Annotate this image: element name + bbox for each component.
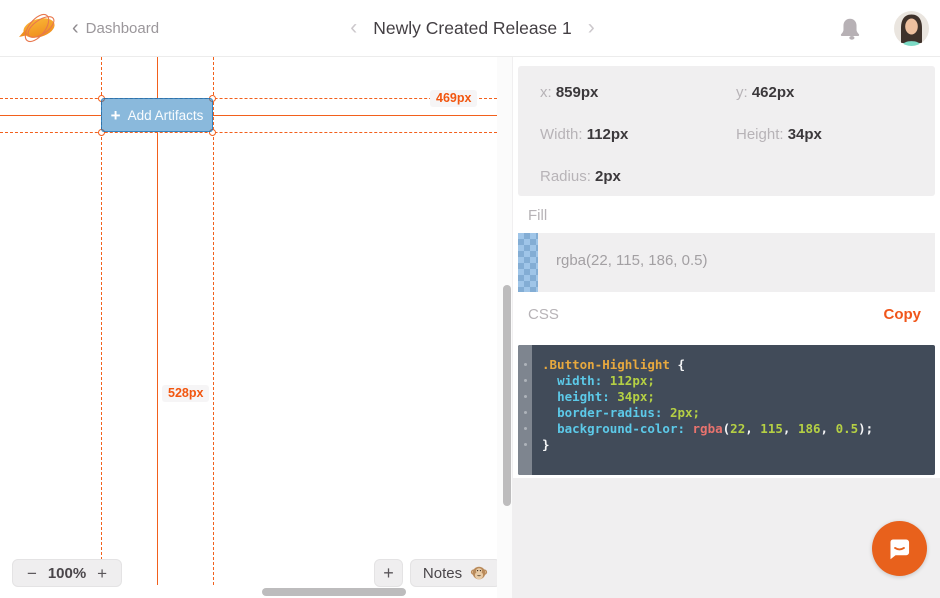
back-chevron-icon: ‹ (72, 18, 79, 38)
x-label: x: (540, 84, 552, 101)
height-value: 34px (788, 126, 822, 143)
plus-icon: + (383, 564, 394, 582)
css-code-block: .Button-Highlight { width: 112px; height… (518, 345, 935, 475)
css-code-lines: .Button-Highlight { width: 112px; height… (532, 345, 935, 475)
prev-screen-chevron-icon[interactable]: ‹ (350, 17, 357, 38)
radius-value: 2px (595, 168, 621, 185)
guide-center-horizontal-right (213, 115, 497, 116)
copy-css-button[interactable]: Copy (884, 306, 922, 323)
radius-label: Radius: (540, 168, 591, 185)
height-label: Height: (736, 126, 784, 143)
plus-icon: + (111, 107, 121, 124)
fill-color-row[interactable]: rgba(22, 115, 186, 0.5) (518, 233, 935, 292)
add-note-button[interactable]: + (374, 559, 403, 587)
add-artifacts-label: Add Artifacts (128, 108, 204, 123)
guide-horizontal-top (0, 98, 497, 99)
notes-label: Notes (423, 565, 462, 582)
guide-center-vertical-top (157, 57, 158, 98)
zoom-in-button[interactable]: + (97, 565, 107, 582)
back-label: Dashboard (86, 20, 159, 37)
back-to-dashboard-link[interactable]: ‹ Dashboard (72, 0, 159, 57)
horizontal-scrollbar[interactable] (262, 588, 406, 596)
notes-toggle[interactable]: Notes (410, 559, 501, 587)
zoom-level: 100% (48, 565, 86, 582)
fill-section-title: Fill (528, 207, 547, 224)
y-label: y: (736, 84, 748, 101)
title-nav: ‹ Newly Created Release 1 › (300, 0, 645, 57)
vertical-scrollbar[interactable] (503, 285, 511, 506)
width-value: 112px (587, 126, 629, 143)
monkey-icon (470, 564, 488, 582)
zoom-out-button[interactable]: − (27, 565, 37, 582)
page-title: Newly Created Release 1 (373, 18, 571, 39)
css-section-title: CSS (528, 306, 559, 323)
y-value: 462px (752, 84, 795, 101)
avatar-image (894, 11, 929, 46)
geometry-card: x: 859px y: 462px Width: 112px Height: 3… (518, 66, 935, 196)
width-label: Width: (540, 126, 583, 143)
chat-bubble-icon (886, 535, 913, 562)
next-screen-chevron-icon[interactable]: › (588, 17, 595, 38)
fill-color-value: rgba(22, 115, 186, 0.5) (556, 252, 708, 269)
zeplin-app: ‹ Dashboard ‹ Newly Created Release 1 › (0, 0, 940, 598)
notifications-bell-icon[interactable] (836, 15, 864, 43)
zeplin-logo-icon[interactable] (16, 9, 60, 49)
guide-horizontal-bottom (0, 132, 497, 133)
guide-vertical-right (213, 57, 214, 585)
measurement-label-vertical: 528px (162, 385, 209, 402)
zoom-control: − 100% + (12, 559, 122, 587)
guide-center-horizontal-left (0, 115, 101, 116)
design-canvas[interactable]: + Add Artifacts 469px 528px − 100% + + N… (0, 57, 512, 598)
guide-center-vertical-bottom (157, 132, 158, 585)
guide-vertical-left (101, 57, 102, 585)
avatar[interactable] (894, 11, 929, 46)
x-value: 859px (556, 84, 599, 101)
color-swatch (518, 233, 538, 292)
measurement-label-horizontal: 469px (430, 90, 477, 107)
header: ‹ Dashboard ‹ Newly Created Release 1 › (0, 0, 940, 57)
css-code-gutter (518, 345, 532, 475)
chat-launcher-button[interactable] (872, 521, 927, 576)
add-artifacts-button[interactable]: + Add Artifacts (101, 98, 213, 132)
inspector-panel: x: 859px y: 462px Width: 112px Height: 3… (512, 57, 940, 598)
